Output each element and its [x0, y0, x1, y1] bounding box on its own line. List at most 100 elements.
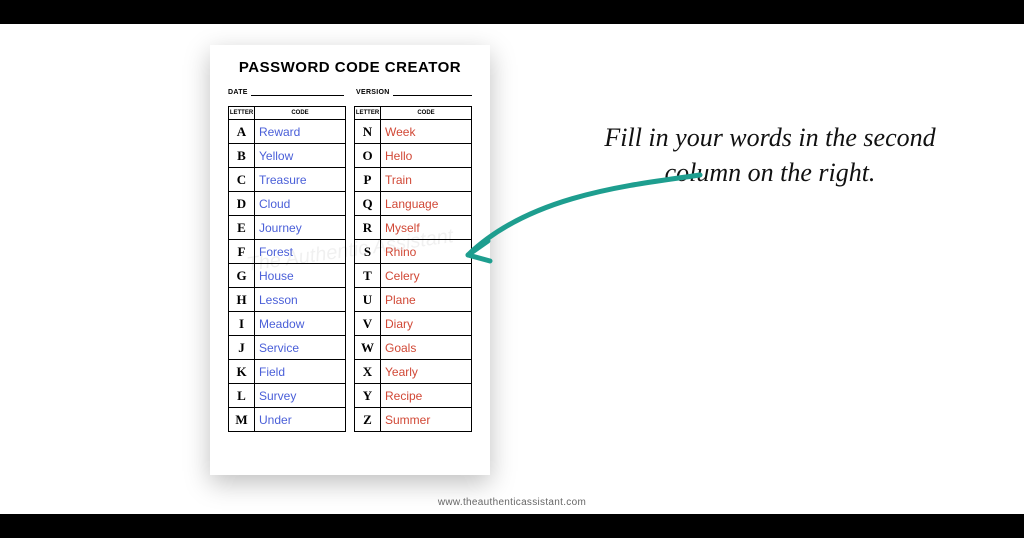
letterbox-top — [0, 0, 1024, 24]
table-row: HLesson — [228, 288, 346, 312]
table-row: SRhino — [354, 240, 472, 264]
table-row: MUnder — [228, 408, 346, 432]
column-header: LETTER CODE — [354, 106, 472, 120]
code-grid: LETTER CODE ARewardBYellowCTreasureDClou… — [228, 106, 472, 432]
letter-cell: L — [229, 384, 255, 407]
table-row: RMyself — [354, 216, 472, 240]
letter-cell: Q — [355, 192, 381, 215]
letter-cell: U — [355, 288, 381, 311]
column-header: LETTER CODE — [228, 106, 346, 120]
table-row: JService — [228, 336, 346, 360]
header-letter: LETTER — [229, 107, 255, 119]
header-letter: LETTER — [355, 107, 381, 119]
code-cell: Yearly — [381, 360, 471, 383]
letter-cell: V — [355, 312, 381, 335]
table-row: CTreasure — [228, 168, 346, 192]
letter-cell: T — [355, 264, 381, 287]
table-row: UPlane — [354, 288, 472, 312]
version-label: VERSION — [356, 89, 390, 96]
letter-cell: N — [355, 120, 381, 143]
code-cell: Treasure — [255, 168, 345, 191]
letter-cell: B — [229, 144, 255, 167]
code-cell: Summer — [381, 408, 471, 431]
letter-cell: O — [355, 144, 381, 167]
table-row: NWeek — [354, 120, 472, 144]
table-row: OHello — [354, 144, 472, 168]
code-cell: Train — [381, 168, 471, 191]
table-row: IMeadow — [228, 312, 346, 336]
code-cell: Recipe — [381, 384, 471, 407]
worksheet-page: The Authentic Assistant PASSWORD CODE CR… — [210, 45, 490, 475]
code-cell: Hello — [381, 144, 471, 167]
table-row: GHouse — [228, 264, 346, 288]
letter-cell: F — [229, 240, 255, 263]
code-cell: House — [255, 264, 345, 287]
left-column: LETTER CODE ARewardBYellowCTreasureDClou… — [228, 106, 346, 432]
table-row: LSurvey — [228, 384, 346, 408]
code-cell: Lesson — [255, 288, 345, 311]
letterbox-bottom — [0, 514, 1024, 538]
date-label: DATE — [228, 89, 248, 96]
code-cell: Language — [381, 192, 471, 215]
code-cell: Rhino — [381, 240, 471, 263]
letter-cell: A — [229, 120, 255, 143]
letter-cell: R — [355, 216, 381, 239]
table-row: BYellow — [228, 144, 346, 168]
letter-cell: P — [355, 168, 381, 191]
letter-cell: C — [229, 168, 255, 191]
date-field: DATE — [228, 86, 344, 96]
letter-cell: W — [355, 336, 381, 359]
instruction-callout: Fill in your words in the second column … — [590, 120, 950, 190]
table-row: YRecipe — [354, 384, 472, 408]
code-cell: Survey — [255, 384, 345, 407]
letter-cell: X — [355, 360, 381, 383]
code-cell: Cloud — [255, 192, 345, 215]
code-cell: Field — [255, 360, 345, 383]
letter-cell: S — [355, 240, 381, 263]
table-row: EJourney — [228, 216, 346, 240]
header-code: CODE — [381, 107, 471, 119]
code-cell: Myself — [381, 216, 471, 239]
table-row: QLanguage — [354, 192, 472, 216]
table-row: WGoals — [354, 336, 472, 360]
right-column: LETTER CODE NWeekOHelloPTrainQLanguageRM… — [354, 106, 472, 432]
table-row: KField — [228, 360, 346, 384]
letter-cell: Y — [355, 384, 381, 407]
code-cell: Forest — [255, 240, 345, 263]
code-cell: Plane — [381, 288, 471, 311]
table-row: VDiary — [354, 312, 472, 336]
table-row: XYearly — [354, 360, 472, 384]
table-row: FForest — [228, 240, 346, 264]
code-cell: Week — [381, 120, 471, 143]
letter-cell: Z — [355, 408, 381, 431]
code-cell: Under — [255, 408, 345, 431]
code-cell: Celery — [381, 264, 471, 287]
letter-cell: K — [229, 360, 255, 383]
code-cell: Reward — [255, 120, 345, 143]
table-row: PTrain — [354, 168, 472, 192]
letter-cell: H — [229, 288, 255, 311]
letter-cell: G — [229, 264, 255, 287]
table-row: DCloud — [228, 192, 346, 216]
footer-url: www.theauthenticassistant.com — [0, 497, 1024, 508]
letter-cell: J — [229, 336, 255, 359]
code-cell: Meadow — [255, 312, 345, 335]
version-field: VERSION — [356, 86, 472, 96]
code-cell: Service — [255, 336, 345, 359]
table-row: TCelery — [354, 264, 472, 288]
code-cell: Journey — [255, 216, 345, 239]
date-blank-line — [251, 86, 344, 96]
letter-cell: D — [229, 192, 255, 215]
meta-row: DATE VERSION — [228, 86, 472, 96]
header-code: CODE — [255, 107, 345, 119]
version-blank-line — [393, 86, 472, 96]
letter-cell: I — [229, 312, 255, 335]
table-row: AReward — [228, 120, 346, 144]
code-cell: Yellow — [255, 144, 345, 167]
page-title: PASSWORD CODE CREATOR — [228, 59, 472, 76]
table-row: ZSummer — [354, 408, 472, 432]
code-cell: Diary — [381, 312, 471, 335]
code-cell: Goals — [381, 336, 471, 359]
letter-cell: M — [229, 408, 255, 431]
letter-cell: E — [229, 216, 255, 239]
